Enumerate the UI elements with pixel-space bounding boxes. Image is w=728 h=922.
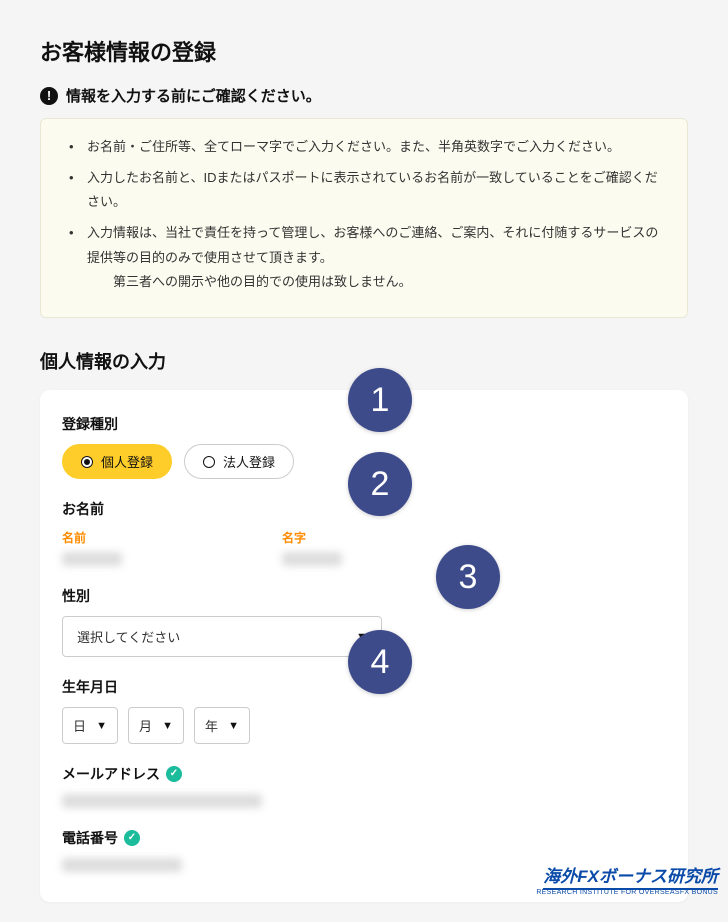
email-value — [62, 794, 262, 808]
notice-item: お名前・ご住所等、全てローマ字でご入力ください。また、半角英数字でご入力ください… — [69, 135, 663, 160]
personal-option[interactable]: 個人登録 — [62, 444, 172, 479]
alert-header: ! 情報を入力する前にご確認ください。 — [40, 85, 688, 106]
brand-main: 海外FXボーナス研究所 — [543, 862, 718, 890]
page-title: お客様情報の登録 — [40, 35, 688, 67]
annotation-badge-3: 3 — [436, 545, 500, 609]
family-name-label: 名字 — [282, 529, 342, 546]
notice-item: 入力情報は、当社で責任を持って管理し、お客様へのご連絡、ご案内、それに付随するサ… — [69, 221, 663, 295]
given-name-label: 名前 — [62, 529, 122, 546]
dob-day-select[interactable]: 日 ▼ — [62, 707, 118, 744]
corporate-option[interactable]: 法人登録 — [184, 444, 294, 479]
radio-dot-icon — [203, 456, 215, 468]
gender-placeholder: 選択してください — [77, 627, 180, 646]
phone-label: 電話番号 ✓ — [62, 828, 666, 848]
check-icon: ✓ — [124, 830, 140, 846]
chevron-down-icon: ▼ — [228, 720, 239, 732]
notice-sub: 第三者への開示や他の目的での使用は致しません。 — [87, 270, 663, 295]
corporate-option-label: 法人登録 — [223, 452, 275, 471]
gender-select[interactable]: 選択してください ▼ — [62, 616, 382, 657]
annotation-badge-2: 2 — [348, 452, 412, 516]
family-name-value — [282, 552, 342, 566]
chevron-down-icon: ▼ — [96, 720, 107, 732]
radio-dot-icon — [81, 456, 93, 468]
dob-month-select[interactable]: 月 ▼ — [128, 707, 184, 744]
notice-item: 入力したお名前と、IDまたはパスポートに表示されているお名前が一致していることを… — [69, 166, 663, 215]
exclamation-icon: ! — [40, 87, 58, 105]
chevron-down-icon: ▼ — [162, 720, 173, 732]
phone-value — [62, 858, 182, 872]
dob-year-select[interactable]: 年 ▼ — [194, 707, 250, 744]
dob-day-label: 日 — [73, 716, 86, 735]
notice-box: お名前・ご住所等、全てローマ字でご入力ください。また、半角英数字でご入力ください… — [40, 118, 688, 318]
dob-year-label: 年 — [205, 716, 218, 735]
annotation-badge-1: 1 — [348, 368, 412, 432]
dob-month-label: 月 — [139, 716, 152, 735]
personal-option-label: 個人登録 — [101, 452, 153, 471]
footer-brand: 海外FXボーナス研究所 RESEARCH INSTITUTE FOR OVERS… — [536, 862, 718, 896]
gender-label: 性別 — [62, 586, 666, 606]
alert-header-text: 情報を入力する前にご確認ください。 — [66, 85, 321, 106]
annotation-badge-4: 4 — [348, 630, 412, 694]
brand-sub: RESEARCH INSTITUTE FOR OVERSEASFX BONUS — [536, 889, 718, 896]
section-title: 個人情報の入力 — [40, 348, 688, 374]
email-label: メールアドレス ✓ — [62, 764, 666, 784]
check-icon: ✓ — [166, 766, 182, 782]
given-name-value — [62, 552, 122, 566]
email-group: メールアドレス ✓ — [62, 764, 666, 808]
